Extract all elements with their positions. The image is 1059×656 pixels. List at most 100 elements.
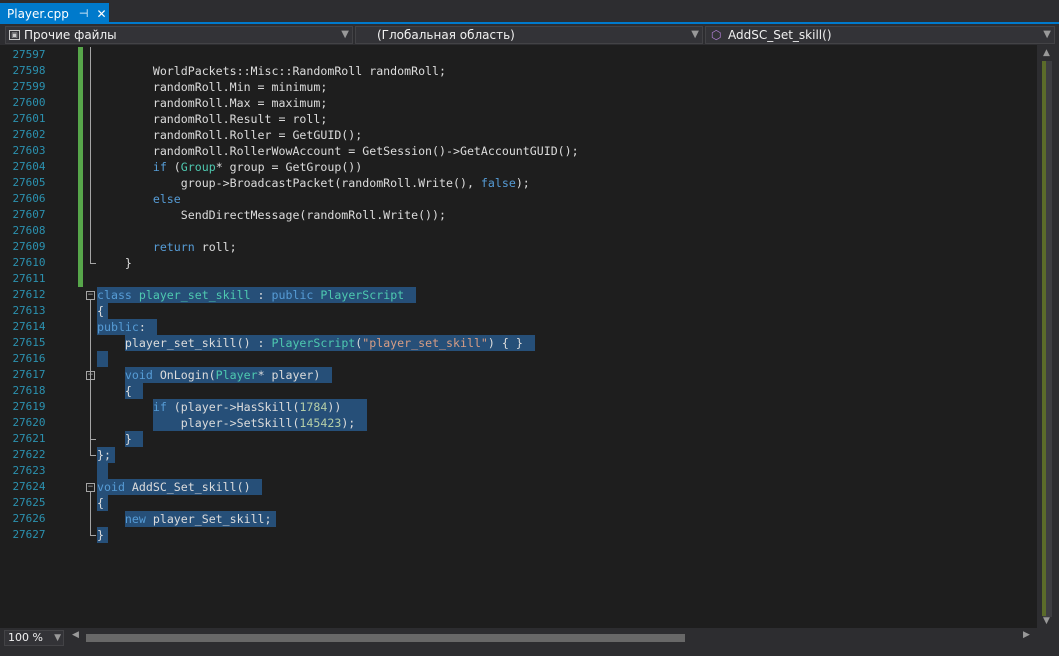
code-line[interactable]: 27625 {	[0, 495, 1037, 511]
line-number: 27605	[12, 176, 46, 189]
vertical-scrollbar[interactable]: ▲ ▼	[1037, 45, 1059, 628]
outline-guide	[90, 492, 91, 535]
code-line[interactable]: 27614 public:	[0, 319, 1037, 335]
scroll-right-icon[interactable]: ▶	[1023, 630, 1030, 640]
code-line[interactable]: 27603 randomRoll.RollerWowAccount = GetS…	[0, 143, 1037, 159]
code-text: WorldPackets::Misc::RandomRoll randomRol…	[97, 63, 446, 79]
pin-icon[interactable]: ⊣	[79, 7, 89, 20]
code-token: "player_set_skill"	[362, 336, 488, 350]
code-token: );	[341, 416, 356, 430]
chevron-down-icon[interactable]: ▼	[54, 631, 61, 645]
code-line[interactable]: 27618 {	[0, 383, 1037, 399]
code-line[interactable]: 27610 }	[0, 255, 1037, 271]
code-line[interactable]: 27602 randomRoll.Roller = GetGUID();	[0, 127, 1037, 143]
line-number: 27623	[12, 464, 46, 477]
code-line[interactable]: 27613 {	[0, 303, 1037, 319]
code-token: new	[97, 512, 146, 526]
code-line[interactable]: 27612 class player_set_skill : public Pla…	[0, 287, 1037, 303]
line-number: 27606	[12, 192, 46, 205]
code-line[interactable]: 27622};	[0, 447, 1037, 463]
line-number: 27614	[12, 320, 46, 333]
code-token: if	[97, 400, 167, 414]
collapse-toggle-icon[interactable]: −	[86, 291, 95, 300]
line-number: 27609	[12, 240, 46, 253]
collapse-toggle-icon[interactable]: −	[86, 483, 95, 492]
chevron-down-icon[interactable]: ▼	[1043, 27, 1051, 43]
change-indicator-bar	[78, 47, 83, 287]
code-line[interactable]: 27605 group->BroadcastPacket(randomRoll.…	[0, 175, 1037, 191]
code-text: }	[97, 255, 132, 271]
method-cube-icon: ⬡	[711, 28, 722, 42]
editor-bottom-bar: 100 % ▼ ◀ ▶	[0, 628, 1059, 656]
line-number: 27597	[12, 48, 46, 61]
zoom-dropdown[interactable]: 100 % ▼	[4, 630, 64, 646]
code-text: randomRoll.RollerWowAccount = GetSession…	[97, 143, 579, 159]
code-token: player_set_skill	[138, 288, 251, 302]
code-line[interactable]: 27620 player->SetSkill(145423);	[0, 415, 1037, 431]
code-token: * group = GetGroup())	[215, 160, 363, 174]
code-line[interactable]: 27611	[0, 271, 1037, 287]
member-dropdown[interactable]: ⬡ AddSC_Set_skill() ▼	[705, 26, 1055, 44]
code-line[interactable]: 27619 if (player->HasSkill(1784))	[0, 399, 1037, 415]
line-number: 27619	[12, 400, 46, 413]
code-text: group->BroadcastPacket(randomRoll.Write(…	[97, 175, 530, 191]
code-token: {	[97, 304, 104, 318]
tab-player-cpp[interactable]: Player.cpp ⊣ ✕	[0, 3, 109, 24]
scroll-left-icon[interactable]: ◀	[72, 630, 79, 640]
line-number: 27603	[12, 144, 46, 157]
outline-guide	[90, 47, 91, 263]
code-line[interactable]: 27621 }	[0, 431, 1037, 447]
code-line[interactable]: 27609 return roll;	[0, 239, 1037, 255]
outline-end-marker	[90, 535, 96, 536]
horizontal-scroll-thumb[interactable]	[86, 634, 685, 642]
chevron-down-icon[interactable]: ▼	[341, 27, 349, 43]
code-token: randomRoll.Result = roll;	[97, 112, 328, 126]
member-dropdown-label: AddSC_Set_skill()	[728, 28, 832, 42]
code-line[interactable]: 27615 player_set_skill() : PlayerScript(…	[0, 335, 1037, 351]
code-token: }	[97, 432, 132, 446]
code-token: randomRoll.Min = minimum;	[97, 80, 328, 94]
code-line[interactable]: 27600 randomRoll.Max = maximum;	[0, 95, 1037, 111]
scope-dropdown[interactable]: (Глобальная область) ▼	[355, 26, 703, 44]
code-editor[interactable]: 2759727598 WorldPackets::Misc::RandomRol…	[0, 45, 1037, 628]
line-number: 27613	[12, 304, 46, 317]
horizontal-scrollbar[interactable]: ◀ ▶	[70, 630, 1037, 646]
code-token: player->SetSkill(	[97, 416, 300, 430]
code-token: void	[97, 480, 125, 494]
code-line[interactable]: 27604 if (Group* group = GetGroup())	[0, 159, 1037, 175]
code-line[interactable]: 27626 new player_Set_skill;	[0, 511, 1037, 527]
code-line[interactable]: 27624 void AddSC_Set_skill()	[0, 479, 1037, 495]
code-token: else	[97, 192, 181, 206]
code-line[interactable]: 27599 randomRoll.Min = minimum;	[0, 79, 1037, 95]
code-text: if (Group* group = GetGroup())	[97, 159, 362, 175]
code-line[interactable]: 27601 randomRoll.Result = roll;	[0, 111, 1037, 127]
code-token: public	[271, 288, 314, 302]
code-line[interactable]: 27627}	[0, 527, 1037, 543]
outline-end-marker	[90, 263, 96, 264]
chevron-down-icon[interactable]: ▼	[691, 27, 699, 43]
code-line[interactable]: 27617 void OnLogin(Player* player)	[0, 367, 1037, 383]
code-text: }	[97, 527, 104, 543]
line-number: 27627	[12, 528, 46, 541]
code-text: if (player->HasSkill(1784))	[97, 399, 342, 415]
code-line[interactable]: 27598 WorldPackets::Misc::RandomRoll ran…	[0, 63, 1037, 79]
code-token: {	[97, 496, 104, 510]
code-line[interactable]: 27616	[0, 351, 1037, 367]
code-token: (player->HasSkill(	[166, 400, 300, 414]
code-line[interactable]: 27597	[0, 47, 1037, 63]
scope-dropdown-label: (Глобальная область)	[377, 28, 515, 42]
project-dropdown[interactable]: ▣ Прочие файлы ▼	[5, 26, 353, 44]
code-line[interactable]: 27623	[0, 463, 1037, 479]
code-text: };	[97, 447, 111, 463]
line-number: 27607	[12, 208, 46, 221]
code-token: public	[97, 320, 139, 334]
code-token: );	[515, 176, 530, 190]
code-line[interactable]: 27608	[0, 223, 1037, 239]
code-line[interactable]: 27606 else	[0, 191, 1037, 207]
scroll-down-icon[interactable]: ▼	[1043, 616, 1050, 626]
code-line[interactable]: 27607 SendDirectMessage(randomRoll.Write…	[0, 207, 1037, 223]
scroll-up-icon[interactable]: ▲	[1043, 48, 1050, 58]
code-token: WorldPackets::Misc::RandomRoll randomRol…	[97, 64, 447, 78]
collapse-toggle-icon[interactable]: −	[86, 371, 95, 380]
close-icon[interactable]: ✕	[96, 7, 106, 21]
